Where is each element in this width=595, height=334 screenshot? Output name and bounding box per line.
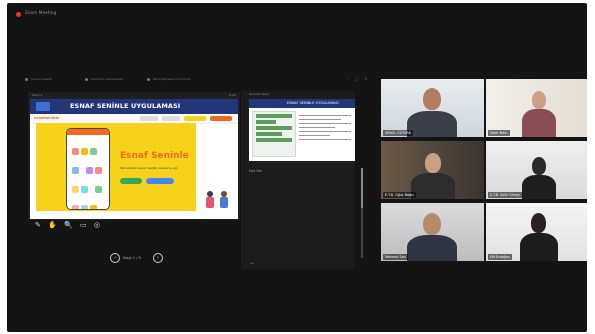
app-icon — [72, 186, 79, 193]
dot-icon — [147, 77, 150, 81]
app-icon — [86, 167, 94, 174]
share-toolbar: Sunum Göster Görünüm Seçenekleri Ekran P… — [25, 75, 370, 83]
window-title: Zoom Meeting — [25, 10, 57, 15]
previous-slide-button[interactable]: ‹ — [110, 253, 120, 263]
nav-pill — [162, 116, 180, 121]
hand-icon[interactable]: ✋ — [48, 221, 57, 229]
app-icon — [72, 205, 79, 209]
app-icon — [90, 148, 97, 155]
app-icon-grid — [71, 141, 105, 209]
participant-name: Mehmet Sarı — [383, 254, 408, 260]
slide-indicator: Slayt 1 — [32, 93, 43, 97]
pen-icon[interactable]: ✎ — [35, 221, 41, 229]
participant-head — [425, 153, 441, 173]
hero-subtitle: Yakınındaki esnafı keşfet, alışveriş yap — [120, 166, 178, 170]
app-icon — [81, 148, 88, 155]
next-slide-button[interactable]: › — [153, 253, 163, 263]
participant-head — [531, 213, 546, 233]
phone-mockup — [66, 128, 110, 210]
participant-body — [520, 233, 558, 261]
participant-body — [411, 173, 455, 199]
dot-icon — [25, 77, 28, 81]
participant-body — [407, 111, 457, 137]
tab-label: Ekran Paylaşımını Durdur — [153, 77, 191, 81]
nav-pill — [184, 116, 206, 121]
participant-name: Elif Erdoğan — [488, 254, 512, 260]
participant-head — [532, 91, 546, 109]
phone-status-bar — [67, 129, 109, 135]
tab-label: Sunum Göster — [31, 77, 53, 81]
screen-icon[interactable]: ▭ — [80, 221, 87, 229]
app-icon — [90, 205, 97, 209]
store-button — [146, 178, 174, 184]
thumb-text — [299, 112, 351, 143]
screenshot: Zoom Meeting Sunum Göster Görünüm Seçene… — [0, 0, 595, 334]
slide-title: ESNAF SENİNLE UYGULAMASI — [70, 102, 181, 110]
next-slide-header: Sonraki Slayt — [249, 92, 269, 96]
participant-name: E.T.B. Oğuz Bağcı — [383, 192, 416, 198]
next-slide-pane: Sonraki Slayt ESNAF SENİNLE UYGULAMASI N… — [241, 91, 355, 269]
participant-tile[interactable]: Sibel Tekin — [486, 79, 587, 137]
store-button — [120, 178, 142, 184]
presentation-view: Slayt 1 0:00 ESNAF SENİNLE UYGULAMASI es… — [28, 92, 240, 220]
minimize-button[interactable]: – — [347, 75, 349, 83]
nav-pill — [210, 116, 232, 121]
app-icon — [81, 186, 88, 193]
participant-name: Sibel Tekin — [488, 130, 510, 136]
app-icon — [72, 167, 79, 174]
next-slide-thumbnail[interactable]: ESNAF SENİNLE UYGULAMASI — [249, 99, 355, 161]
meeting-window: Zoom Meeting Sunum Göster Görünüm Seçene… — [7, 3, 587, 332]
presentation-topbar: Slayt 1 0:00 — [28, 92, 240, 99]
participant-head — [532, 157, 546, 175]
thumb-title: ESNAF SENİNLE UYGULAMASI — [287, 101, 339, 105]
pointer-icon[interactable]: ◎ — [94, 221, 100, 229]
maximize-button[interactable]: ▢ — [355, 75, 359, 83]
participant-tile[interactable]: Elif Erdoğan — [486, 203, 587, 261]
participant-head — [423, 88, 441, 110]
participant-body — [522, 175, 556, 199]
app-icon — [81, 205, 88, 209]
tab-stop-share[interactable]: Ekran Paylaşımını Durdur — [147, 75, 191, 83]
zoom-icon[interactable]: 🔍 — [64, 221, 73, 229]
tab-show-presentation[interactable]: Sunum Göster — [25, 75, 52, 83]
participant-tile[interactable]: Mehmet Sarı — [381, 203, 484, 261]
participant-head — [423, 213, 441, 235]
participant-tile[interactable]: E.T.B. Selin Günay — [486, 141, 587, 199]
participant-tile[interactable]: ŞENOL ÖZTÜRK — [381, 79, 484, 137]
participant-name: ŞENOL ÖZTÜRK — [383, 130, 413, 136]
participant-body — [522, 109, 556, 137]
slide-header: ESNAF SENİNLE UYGULAMASI — [30, 99, 238, 114]
nav-pill — [140, 116, 158, 121]
page-label: Slayt 1 / 9 — [123, 256, 141, 260]
participant-body — [407, 235, 457, 261]
title-bar: Zoom Meeting — [7, 3, 587, 25]
people-illustration — [200, 185, 234, 211]
current-slide[interactable]: ESNAF SENİNLE UYGULAMASI esnafseninle Es… — [30, 99, 238, 219]
participant-name: E.T.B. Selin Günay — [488, 192, 522, 198]
close-button[interactable]: ✕ — [364, 75, 367, 83]
annotation-tools: ✎ ✋ 🔍 ▭ ◎ — [35, 221, 105, 231]
hero-title: Esnaf Seninle — [120, 151, 189, 161]
tab-label: Görünüm Seçenekleri — [91, 77, 124, 81]
tab-view-options[interactable]: Görünüm Seçenekleri — [85, 75, 123, 83]
hero-banner: Esnaf Seninle Yakınındaki esnafı keşfet,… — [36, 123, 196, 211]
recording-icon — [16, 12, 21, 17]
scrollbar-thumb[interactable] — [361, 168, 363, 208]
app-icon — [95, 167, 103, 174]
participant-tile[interactable]: E.T.B. Oğuz Bağcı — [381, 141, 484, 199]
timer: 0:00 — [229, 93, 236, 97]
notes-nav[interactable]: ◂ ▸ — [250, 261, 254, 265]
dot-icon — [85, 77, 88, 81]
website-logo: esnafseninle — [34, 116, 60, 120]
notes-label: Not Yok — [249, 169, 263, 173]
thumb-image — [252, 111, 296, 157]
app-icon — [95, 186, 103, 193]
logo-icon — [36, 102, 50, 111]
app-icon — [72, 148, 79, 155]
